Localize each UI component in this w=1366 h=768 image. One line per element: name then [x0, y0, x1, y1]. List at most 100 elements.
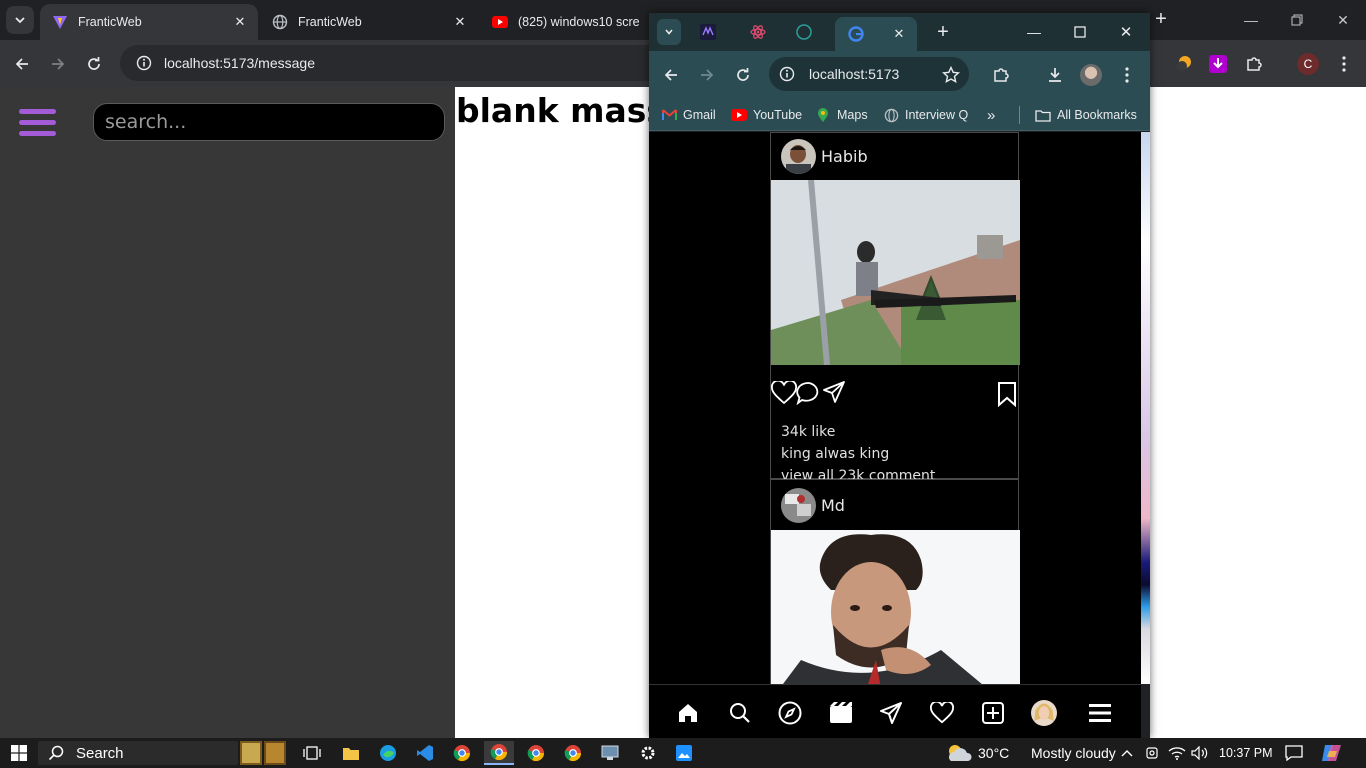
forward-button[interactable] — [693, 61, 721, 89]
vscode-icon[interactable] — [413, 741, 437, 765]
bookmark-youtube[interactable]: YouTube — [731, 105, 802, 125]
bookmark-gmail[interactable]: Gmail — [661, 105, 716, 125]
reload-button[interactable] — [729, 61, 757, 89]
bookmark-label: All Bookmarks — [1057, 108, 1137, 122]
back-button[interactable] — [8, 50, 36, 78]
tab-franticweb[interactable]: FranticWeb ✕ — [260, 4, 478, 40]
home-icon[interactable] — [675, 700, 701, 726]
minimize-icon[interactable]: — — [1231, 6, 1271, 34]
tab-search-button[interactable] — [657, 19, 681, 45]
share-icon[interactable] — [823, 381, 845, 408]
wifi-icon[interactable] — [1166, 741, 1188, 765]
tab-franticweb-active[interactable]: FranticWeb ✕ — [40, 4, 258, 40]
extension-orange-icon[interactable] — [1170, 50, 1198, 78]
avatar[interactable] — [781, 487, 816, 523]
chrome-profile-icon[interactable] — [524, 741, 548, 765]
site-info-icon[interactable] — [779, 66, 795, 82]
left-panel — [0, 87, 455, 738]
browser-menu-icon[interactable] — [1113, 61, 1141, 89]
profile-avatar[interactable] — [1031, 700, 1057, 726]
tray-chevron-up-icon[interactable] — [1118, 741, 1136, 765]
new-tab-button[interactable]: + — [1150, 8, 1172, 30]
all-bookmarks-folder[interactable]: All Bookmarks — [1035, 105, 1137, 125]
arrow-left-icon — [664, 69, 677, 81]
popup-toolbar: localhost:5173 — [649, 51, 1150, 99]
send-icon[interactable] — [878, 700, 904, 726]
tab-youtube[interactable]: (825) windows10 screens — [480, 4, 650, 40]
close-tab-icon[interactable]: ✕ — [452, 14, 468, 30]
close-tab-icon[interactable]: ✕ — [232, 14, 248, 30]
reload-icon — [737, 68, 749, 81]
browser-menu-icon[interactable] — [1330, 50, 1358, 78]
bookmarks-divider — [1019, 106, 1020, 124]
windows-start-icon[interactable] — [6, 741, 32, 765]
close-window-icon[interactable]: ✕ — [1323, 6, 1363, 34]
site-info-icon[interactable] — [136, 55, 152, 71]
feed-post: Md — [770, 479, 1020, 684]
tab-teal-site[interactable] — [789, 19, 819, 45]
heart-icon[interactable] — [929, 700, 955, 726]
bookmark-maps[interactable]: Maps — [815, 105, 868, 125]
minimize-icon[interactable]: — — [1019, 19, 1049, 45]
edge-browser-icon[interactable] — [376, 741, 400, 765]
menu-icon[interactable] — [1087, 700, 1113, 726]
search-icon[interactable] — [727, 700, 753, 726]
close-window-icon[interactable]: ✕ — [1111, 19, 1141, 45]
tab-search-button[interactable] — [6, 6, 34, 34]
bookmark-icon[interactable] — [997, 381, 1017, 412]
notifications-icon[interactable] — [1284, 741, 1304, 765]
camera-icon[interactable] — [1142, 741, 1162, 765]
create-icon[interactable] — [980, 700, 1006, 726]
bookmark-interview[interactable]: Interview Q — [883, 105, 968, 125]
weather-cloudy-icon[interactable] — [944, 741, 974, 765]
close-tab-icon[interactable]: ✕ — [894, 26, 905, 42]
forward-button[interactable] — [44, 50, 72, 78]
clock-time[interactable]: 10:37 PM — [1219, 741, 1273, 765]
volume-icon[interactable] — [1190, 741, 1210, 765]
restore-icon[interactable] — [1277, 6, 1317, 34]
extensions-puzzle-icon[interactable] — [1240, 50, 1268, 78]
remote-desktop-icon[interactable] — [598, 741, 622, 765]
bookmark-star-icon[interactable] — [937, 61, 965, 89]
explore-icon[interactable] — [777, 700, 803, 726]
pinned-tab[interactable] — [693, 19, 723, 45]
globe-icon — [272, 14, 288, 30]
popup-scrollbar[interactable] — [1141, 132, 1150, 684]
taskbar-search-box[interactable]: Search — [38, 741, 286, 765]
url-text: localhost:5173/message — [164, 55, 315, 71]
weather-description[interactable]: Mostly cloudy — [1031, 741, 1116, 765]
react-icon — [750, 25, 766, 39]
weather-temperature[interactable]: 30°C — [978, 741, 1009, 765]
photos-icon[interactable] — [672, 741, 696, 765]
file-explorer-icon[interactable] — [339, 741, 363, 765]
copilot-icon[interactable] — [1320, 741, 1344, 765]
chrome-icon[interactable] — [450, 741, 474, 765]
address-bar[interactable]: localhost:5173/message — [120, 45, 680, 81]
download-extension-icon[interactable] — [1204, 50, 1232, 78]
reload-button[interactable] — [80, 50, 108, 78]
profile-avatar-button[interactable]: C — [1294, 50, 1322, 78]
react-tab[interactable] — [743, 19, 773, 45]
profile-avatar[interactable] — [1077, 61, 1105, 89]
arrow-left-icon — [15, 58, 28, 70]
more-bookmarks-icon[interactable]: » — [987, 105, 995, 125]
avatar[interactable] — [781, 139, 816, 174]
extensions-puzzle-icon[interactable] — [987, 61, 1015, 89]
heart-icon[interactable] — [771, 379, 797, 410]
search-input[interactable] — [93, 103, 445, 141]
comment-icon[interactable] — [796, 381, 822, 410]
post-username[interactable]: Md — [821, 496, 845, 515]
back-button[interactable] — [657, 61, 685, 89]
task-view-icon[interactable] — [300, 741, 324, 765]
post-username[interactable]: Habib — [821, 147, 868, 166]
hamburger-menu-icon[interactable] — [19, 109, 56, 139]
maximize-icon[interactable] — [1065, 19, 1095, 45]
tab-google-active[interactable]: ✕ — [835, 17, 917, 51]
reels-icon[interactable] — [828, 700, 854, 726]
download-icon[interactable] — [1041, 61, 1069, 89]
chrome-active-icon[interactable] — [484, 741, 514, 765]
chrome-profile-icon[interactable] — [561, 741, 585, 765]
settings-gear-icon[interactable] — [636, 741, 660, 765]
new-tab-button[interactable]: + — [929, 19, 957, 45]
taskbar-search-label: Search — [76, 744, 124, 762]
